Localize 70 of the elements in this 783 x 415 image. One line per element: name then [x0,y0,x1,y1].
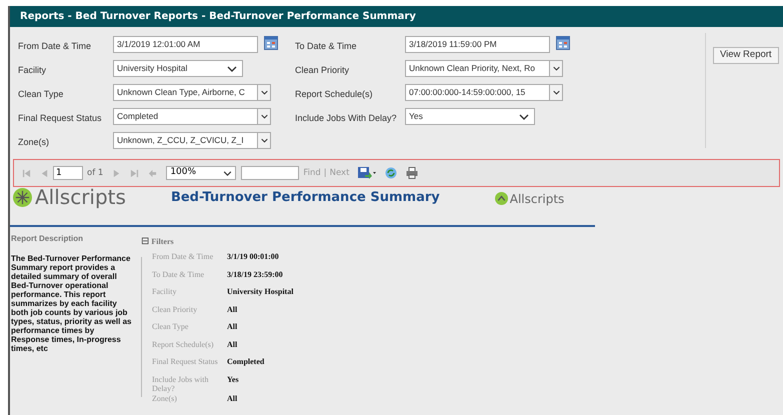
parameter-label: Include Jobs With Delay? [295,112,397,122]
filter-value: University Hospital [227,287,294,298]
view-report-button[interactable]: View Report [713,46,779,64]
filter-label: Facility [152,287,178,298]
dropdown-button[interactable] [550,60,563,77]
collapse-toggle[interactable]: ⊟ [141,237,150,247]
filter-label: Clean Priority [152,304,198,316]
find-field[interactable] [241,166,300,180]
zoom-dropdown[interactable]: 100% [166,166,236,180]
description-heading: Report Description [11,233,84,245]
separator-text: | [324,166,327,180]
chevron-down-icon [260,90,268,95]
filter-label: Report Schedule(s) [152,340,215,351]
dropdown-button[interactable] [258,108,271,125]
filter-value: Completed [227,357,264,368]
parameter-label: To Date & Time [295,40,357,50]
dropdown-button[interactable] [258,132,271,149]
filter-value: All [227,340,238,350]
calendar-icon[interactable] [264,36,278,50]
report-title: Bed-Turnover Performance Summary [170,189,440,207]
parameter-label: Report Schedule(s) [295,88,373,98]
filter-label: Final Request Status [152,357,219,368]
filter-value: All [227,304,238,316]
title-bar: Reports - Bed Turnover Reports - Bed-Turnover Performance Summary [10,6,783,27]
filter-label: Clean Type [152,322,190,333]
filter-value: 3/1/19 00:01:00 [227,252,279,263]
date-field[interactable]: 3/1/2019 12:01:00 AM [113,36,258,53]
chevron-down-icon [519,114,529,120]
multiselect-field[interactable]: Unknown Clean Priority, Next, Ro [405,60,550,77]
filter-label: Zone(s) [152,394,178,405]
save-icon[interactable] [358,167,376,179]
logo-mark-icon [13,188,32,206]
parameter-label: Facility [18,64,46,74]
chevron-down-icon [260,138,268,143]
chevron-down-icon [223,170,232,176]
page-field[interactable]: 1 [53,166,83,180]
chevron-down-icon [552,90,560,95]
logo-mark-icon [494,192,508,205]
filter-label: From Date & Time [152,252,214,263]
parameter-label: Zone(s) [18,136,50,146]
chevron-down-icon [552,66,560,71]
calendar-icon[interactable] [556,36,570,50]
multiselect-field[interactable]: Unknown, Z_CCU, Z_CVICU, Z_I [113,132,258,149]
filter-value: All [227,322,238,333]
multiselect-field[interactable]: Unknown Clean Type, Airborne, C [113,84,258,101]
parameter-label: Clean Type [18,88,64,98]
refresh-icon[interactable] [385,167,398,179]
parameter-label: Final Request Status [18,112,102,122]
parameter-label: From Date & Time [18,40,92,50]
page-count: of 1 [87,166,104,180]
filter-label: To Date & Time [152,270,206,280]
filter-value: All [227,394,238,404]
dropdown-button[interactable] [550,84,563,101]
filter-value: Yes [227,374,239,386]
chevron-down-icon [260,114,268,119]
filter-label: Include Jobs with Delay? [152,374,210,392]
chevron-down-icon [227,66,237,72]
parameter-label: Clean Priority [295,64,350,74]
filters-heading: Filters [151,236,174,248]
multiselect-field[interactable]: 07:00:00:000-14:59:00:000, 15 [405,84,550,101]
dropdown[interactable]: University Hospital [113,60,243,77]
dropdown[interactable]: Yes [405,108,535,125]
logo-text: Allscripts [35,187,126,207]
dropdown-button[interactable] [258,84,271,101]
multiselect-field[interactable]: Completed [113,108,258,125]
report-description: The Bed-Turnover Performance Summary report provides a detailed summary of overall Bed-Turnover operational performance. This report summarizes by each facility both job counts by various job types, status, priority as well as performance times by Response times, In-progress times, etc [11,254,132,353]
print-icon[interactable] [406,167,418,179]
filter-value: 3/18/19 23:59:00 [227,270,283,280]
logo-text: Allscripts [510,192,564,204]
date-field[interactable]: 3/18/2019 11:59:00 PM [405,36,550,53]
